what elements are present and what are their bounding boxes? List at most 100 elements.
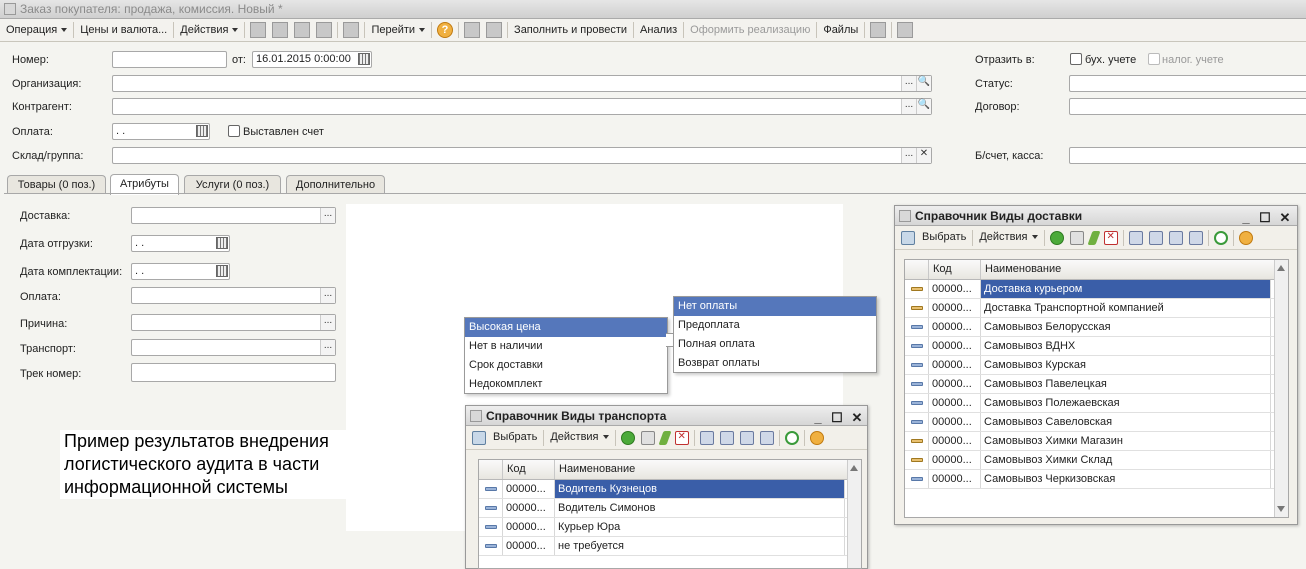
delivery-field[interactable]: ... [131,207,336,224]
organization-field[interactable]: ... 🔍 [112,75,932,92]
copy-icon[interactable] [640,430,655,445]
help-icon[interactable] [809,430,824,445]
table-row[interactable]: 00000... Водитель Кузнецов [479,480,861,499]
menu-item[interactable]: Нет оплаты [674,297,876,316]
filter-list-icon[interactable] [1168,230,1183,245]
filter-value-icon[interactable] [1148,230,1163,245]
select-icon[interactable] [472,430,486,445]
search-icon[interactable]: 🔍 [916,76,931,91]
table-row[interactable]: 00000... Самовывоз Черкизовская [905,470,1288,489]
maximize-icon[interactable]: ☐ [830,408,844,428]
tab-additional[interactable]: Дополнительно [286,175,385,194]
table-row[interactable]: 00000... Самовывоз Химки Магазин [905,432,1288,451]
contractor-field[interactable]: ... 🔍 [112,98,932,115]
edit-icon[interactable] [657,430,672,445]
actions-menu[interactable]: Действия [176,21,242,40]
contract-field[interactable] [1069,98,1306,115]
vertical-scrollbar[interactable] [847,460,861,568]
tab-attributes[interactable]: Атрибуты [110,174,179,195]
header-code[interactable]: Код [929,260,981,279]
status-field[interactable] [1069,75,1306,92]
fill-post-button[interactable]: Заполнить и провести [510,21,631,40]
help-icon[interactable]: ? [437,22,454,38]
warehouse-field[interactable]: ... ✕ [112,147,932,164]
actions-menu[interactable]: Действия [975,228,1041,247]
table-row[interactable]: 00000... Самовывоз ВДНХ [905,337,1288,356]
calendar-icon[interactable] [216,237,228,249]
operation-menu[interactable]: Операция [2,21,71,40]
select-ellipsis-button[interactable]: ... [901,76,916,91]
table-row[interactable]: 00000... Доставка курьером [905,280,1288,299]
filter-list-icon[interactable] [739,430,754,445]
scroll-up-icon[interactable] [850,465,858,471]
refresh-icon[interactable] [1213,230,1228,245]
menu-item[interactable]: Нет в наличии [465,337,667,356]
prices-button[interactable]: Цены и валюта... [76,21,171,40]
files-button[interactable]: Файлы [819,21,862,40]
calendar-icon[interactable] [196,125,208,137]
filter-icon[interactable] [1128,230,1143,245]
header-name[interactable]: Наименование [981,260,1271,279]
payment-date-field[interactable]: . . [112,123,210,140]
menu-item[interactable]: Срок доставки [465,356,667,375]
copy-icon[interactable] [1069,230,1084,245]
menu-item[interactable]: Предоплата [674,316,876,335]
table-row[interactable]: 00000... Самовывоз Павелецкая [905,375,1288,394]
select-button[interactable]: Выбрать [918,228,970,247]
refresh-icon[interactable] [784,430,799,445]
text-format-icon[interactable] [870,22,887,38]
table-row[interactable]: 00000... Самовывоз Курская [905,356,1288,375]
table-row[interactable]: 00000... Самовывоз Полежаевская [905,394,1288,413]
header-code[interactable]: Код [503,460,555,479]
minimize-icon[interactable]: _ [811,408,825,428]
add-icon[interactable] [1049,230,1064,245]
tab-goods[interactable]: Товары (0 поз.) [7,175,106,194]
make-sale-button[interactable]: Оформить реализацию [686,21,814,40]
maximize-icon[interactable]: ☐ [1258,208,1272,228]
select-ellipsis-button[interactable]: ... [320,315,335,330]
scroll-down-icon[interactable] [1277,506,1285,512]
reason-field[interactable]: ... [131,314,336,331]
accounting-checkbox[interactable] [1070,53,1082,65]
scroll-up-icon[interactable] [1277,265,1285,271]
table-row[interactable]: 00000... Самовывоз Савеловская [905,413,1288,432]
ship-date-field[interactable]: . . [131,235,230,252]
filter-off-icon[interactable] [1188,230,1203,245]
attr-payment-field[interactable]: ... [131,287,336,304]
table-row[interactable]: 00000... Доставка Транспортной компанией [905,299,1288,318]
close-icon[interactable]: ✕ [850,408,864,428]
select-ellipsis-button[interactable]: ... [320,340,335,355]
calendar-icon[interactable] [358,53,370,65]
select-button[interactable]: Выбрать [489,428,541,447]
bank-account-field[interactable] [1069,147,1306,164]
save-icon[interactable] [250,22,267,38]
actions-menu[interactable]: Действия [546,428,612,447]
table-row[interactable]: 00000... Водитель Симонов [479,499,861,518]
vertical-scrollbar[interactable] [1274,260,1288,517]
delete-icon[interactable] [674,430,689,445]
close-icon[interactable]: ✕ [1278,208,1292,228]
post-icon[interactable] [272,22,289,38]
settings-icon[interactable] [897,22,914,38]
menu-item[interactable]: Высокая цена [465,318,667,337]
print-icon[interactable] [316,22,333,38]
track-number-field[interactable] [131,363,336,382]
menu-item[interactable]: Возврат оплаты [674,354,876,373]
calendar-icon[interactable] [216,265,228,277]
header-name[interactable]: Наименование [555,460,845,479]
table-row[interactable]: 00000... Самовывоз Белорусская [905,318,1288,337]
number-field[interactable] [112,51,227,68]
select-icon[interactable] [901,230,915,245]
menu-item[interactable]: Полная оплата [674,335,876,354]
copy-doc-icon[interactable] [294,22,311,38]
table-row[interactable]: 00000... Самовывоз Химки Склад [905,451,1288,470]
select-ellipsis-button[interactable]: ... [320,288,335,303]
filter-value-icon[interactable] [719,430,734,445]
search-icon[interactable]: 🔍 [916,99,931,114]
table-row[interactable]: 00000... не требуется [479,537,861,556]
select-ellipsis-button[interactable]: ... [901,99,916,114]
help-icon[interactable] [1238,230,1253,245]
structure-icon[interactable] [464,22,481,38]
goto-menu[interactable]: Перейти [367,21,429,40]
clear-icon[interactable]: ✕ [916,148,931,163]
